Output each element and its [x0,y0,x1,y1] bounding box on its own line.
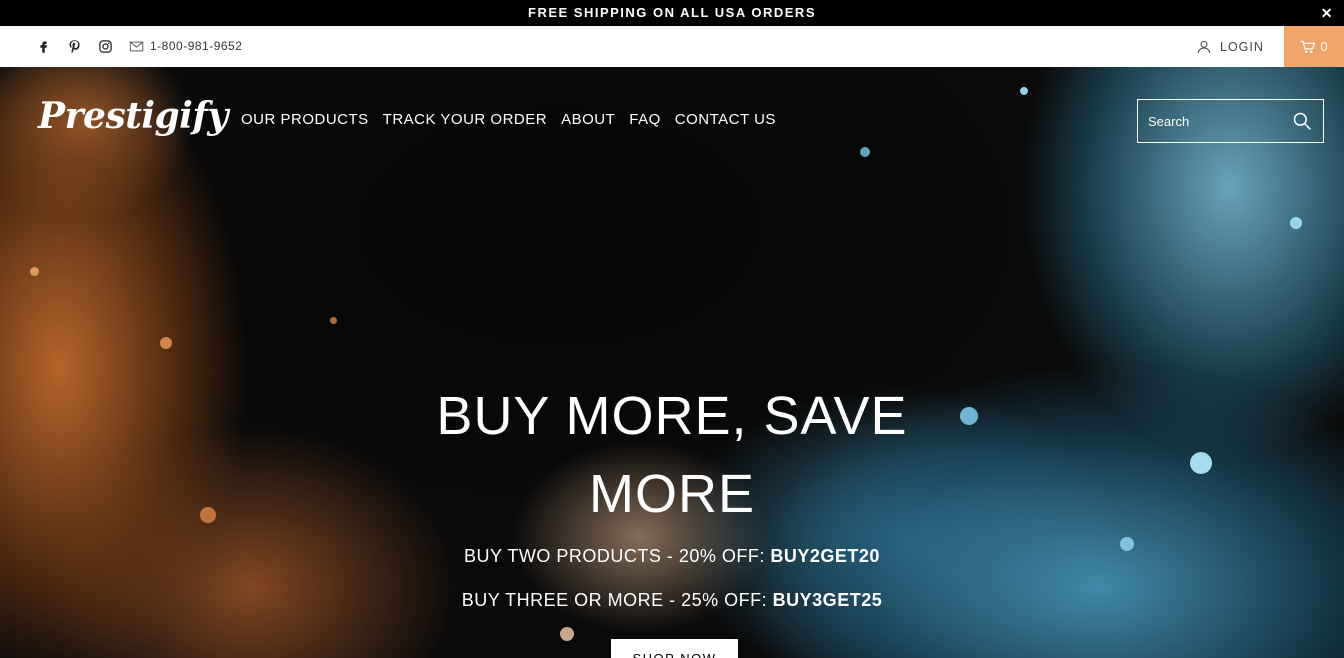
promo-2-text: BUY THREE OR MORE - 25% OFF: [461,590,773,610]
nav-track-your-order[interactable]: TRACK YOUR ORDER [383,111,547,128]
nav-faq[interactable]: FAQ [629,111,661,128]
search-input[interactable] [1138,113,1288,129]
mail-icon[interactable] [121,26,152,67]
decor-dot [1190,452,1212,474]
decor-dot [560,627,574,641]
phone-number[interactable]: 1-800-981-9652 [150,26,242,67]
cart-count: 0 [1320,39,1328,54]
decor-dot [330,317,337,324]
utility-bar: 1-800-981-9652 LOGIN 0 [0,26,1344,67]
instagram-icon[interactable] [90,26,121,67]
decor-dot [160,337,172,349]
login-link[interactable]: LOGIN [1196,26,1264,67]
decor-dot [1290,217,1302,229]
close-icon[interactable]: ✕ [1321,0,1334,26]
promo-1-text: BUY TWO PRODUCTS - 20% OFF: [464,546,771,566]
announcement-bar: FREE SHIPPING ON ALL USA ORDERS ✕ [0,0,1344,26]
hero-banner: Prestigify OUR PRODUCTS TRACK YOUR ORDER… [0,67,1344,658]
promo-line-1: BUY TWO PRODUCTS - 20% OFF: BUY2GET20 [372,546,972,567]
decor-dot [1120,537,1134,551]
promo-line-2: BUY THREE OR MORE - 25% OFF: BUY3GET25 [372,590,972,611]
decor-dot [200,507,216,523]
pinterest-icon[interactable] [59,26,90,67]
cart-icon [1301,40,1316,53]
hero-headline: BUY MORE, SAVE MORE [436,386,908,524]
nav-contact-us[interactable]: CONTACT US [675,111,776,128]
login-label: LOGIN [1220,39,1264,54]
decor-dot [960,407,978,425]
promo-2-code: BUY3GET25 [772,590,883,610]
social-links [28,26,152,67]
search-icon[interactable] [1292,111,1312,131]
main-nav: OUR PRODUCTS TRACK YOUR ORDER ABOUT FAQ … [241,111,790,128]
decor-dot [1020,87,1028,95]
nav-about[interactable]: ABOUT [561,111,615,128]
cart-button[interactable]: 0 [1284,26,1344,67]
decor-dot [30,267,39,276]
announcement-text: FREE SHIPPING ON ALL USA ORDERS [528,5,816,20]
facebook-icon[interactable] [28,26,59,67]
nav-our-products[interactable]: OUR PRODUCTS [241,111,369,128]
user-icon [1197,40,1211,53]
promo-1-code: BUY2GET20 [770,546,880,566]
logo[interactable]: Prestigify [38,95,228,137]
decor-dot [860,147,870,157]
shop-now-button[interactable]: SHOP NOW [611,639,738,658]
search-box [1137,99,1324,143]
